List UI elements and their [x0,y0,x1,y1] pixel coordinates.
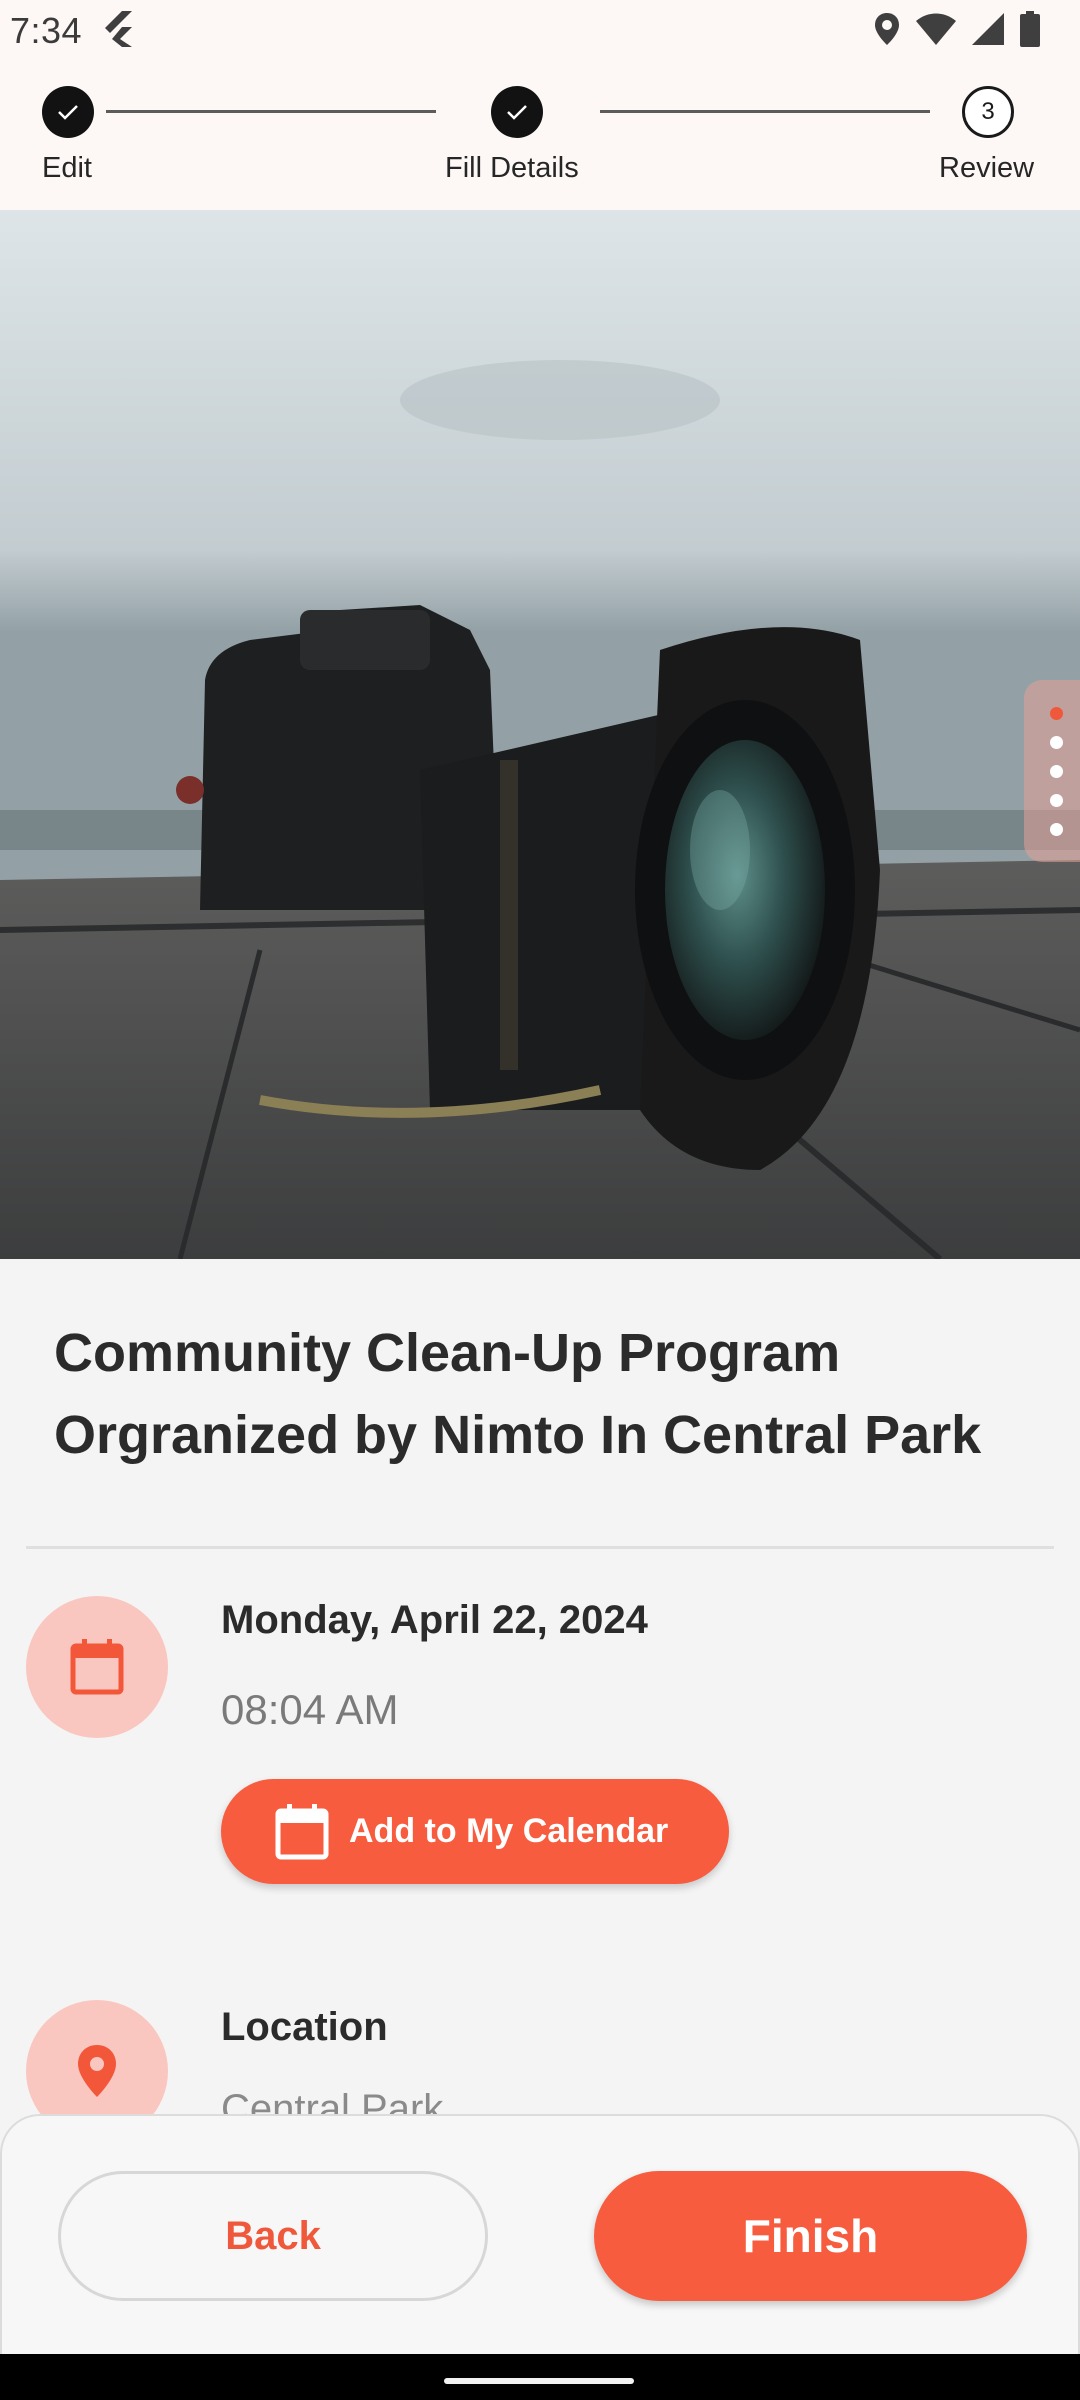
status-left: 7:34 [10,10,133,52]
system-nav-bar [0,2354,1080,2400]
pager-dot[interactable] [1049,793,1063,807]
home-gesture-handle[interactable] [444,2378,634,2384]
stepper: 3 Edit Fill Details Review [0,62,1080,210]
pager-dot[interactable] [1049,822,1063,836]
calendar-icon [275,1803,329,1859]
location-label: Location [221,2005,388,2049]
status-right [874,10,1040,52]
add-to-calendar-button[interactable]: Add to My Calendar [221,1779,729,1884]
battery-icon [1020,10,1040,52]
status-time: 7:34 [10,10,83,51]
step-fill-details-indicator[interactable] [491,86,543,138]
status-bar: 7:34 [0,0,1080,62]
location-icon [874,12,900,51]
step-edit-indicator[interactable] [42,86,94,138]
pager-dot[interactable] [1049,735,1063,749]
check-icon [507,105,527,120]
calendar-icon [70,1639,124,1695]
event-date: Monday, April 22, 2024 [221,1598,648,1642]
divider [26,1546,1054,1549]
step-label-fill-details: Fill Details [445,152,579,184]
back-button[interactable]: Back [58,2171,488,2301]
add-to-calendar-label: Add to My Calendar [349,1812,669,1850]
image-pager[interactable] [1024,680,1080,862]
check-icon [58,105,78,120]
step-review-number: 3 [981,98,995,125]
event-title-line-2: Orgranized by Nimto In Central Park [54,1405,982,1465]
signal-icon [972,12,1004,50]
event-title: Community Clean-Up Program Orgranized by… [54,1312,1044,1476]
pager-dot[interactable] [1049,764,1063,778]
bottom-action-bar: Back Finish [0,2114,1080,2354]
date-icon-circle [26,1596,168,1738]
location-pin-icon [78,2045,116,2097]
flutter-icon [102,10,133,52]
event-time: 08:04 AM [221,1686,399,1733]
pager-dot-active[interactable] [1049,706,1063,720]
step-connector [106,110,436,113]
event-image[interactable]: Nikon [0,210,1080,1259]
wifi-icon [916,13,956,50]
finish-button[interactable]: Finish [594,2171,1027,2301]
step-connector [600,110,930,113]
step-review-indicator[interactable]: 3 [962,86,1014,138]
step-label-review: Review [939,152,1035,184]
camera-photo: Nikon [0,210,1080,1259]
event-title-line-1: Community Clean-Up Program [54,1323,841,1383]
step-label-edit: Edit [42,152,92,184]
